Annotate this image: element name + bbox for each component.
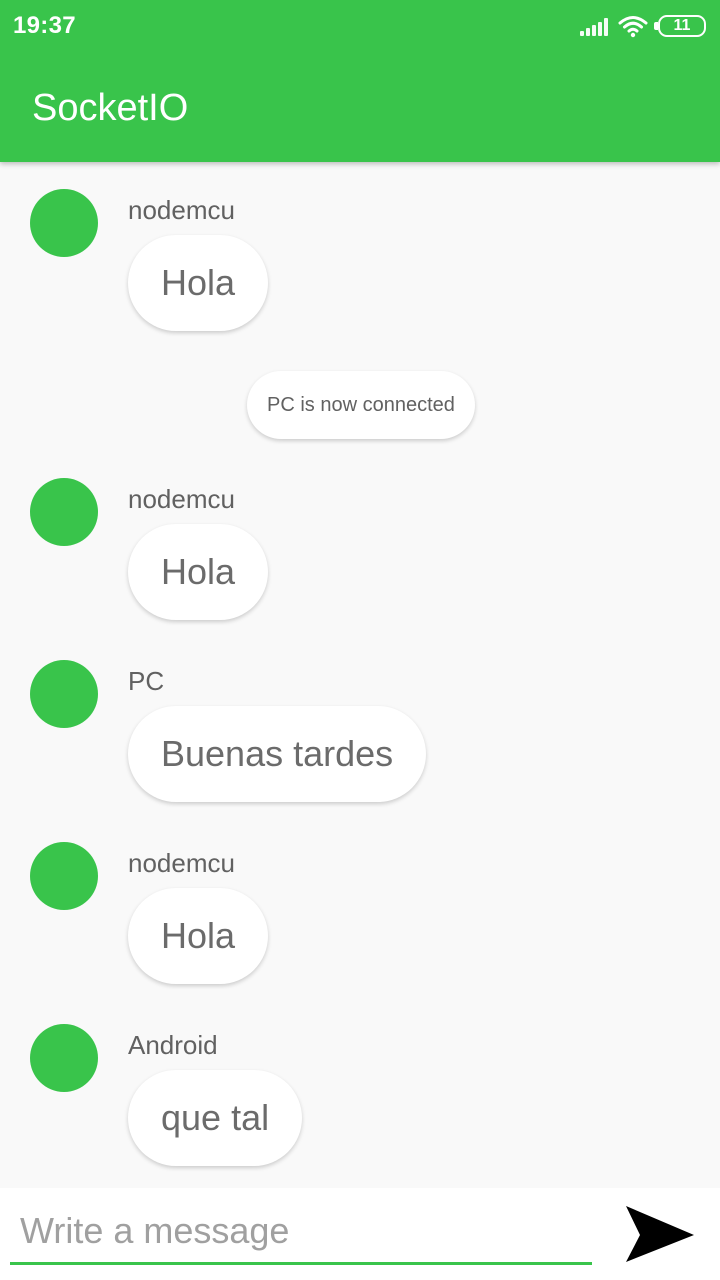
battery-level: 11 (673, 17, 691, 34)
battery-icon: 11 (654, 15, 706, 37)
signal-icon (580, 16, 608, 36)
message-sender: nodemcu (128, 848, 235, 878)
avatar[interactable] (30, 842, 98, 910)
message-sender: Android (128, 1030, 218, 1060)
wifi-icon (618, 16, 648, 38)
app-title: SocketIO (32, 87, 189, 129)
message-sender: PC (128, 666, 165, 696)
message-bubble: Hola (128, 524, 269, 620)
message-bubble: Hola (128, 235, 269, 331)
avatar[interactable] (30, 478, 98, 546)
message-bubble: Buenas tardes (128, 706, 427, 802)
input-underline (10, 1262, 592, 1265)
avatar[interactable] (30, 189, 98, 257)
status-icons: 11 (580, 13, 706, 39)
message-input[interactable] (10, 1206, 592, 1256)
avatar[interactable] (30, 660, 98, 728)
message-sender: nodemcu (128, 484, 235, 514)
status-bar: 19:37 11 (0, 0, 720, 50)
message-bubble: Hola (128, 888, 269, 984)
message-bubble: que tal (128, 1070, 303, 1166)
app-bar: 19:37 11 SocketIO (0, 0, 720, 162)
send-button[interactable] (622, 1202, 698, 1266)
system-notice: PC is now connected (247, 371, 475, 439)
message-composer (0, 1188, 720, 1280)
message-sender: nodemcu (128, 195, 235, 225)
avatar[interactable] (30, 1024, 98, 1092)
status-time: 19:37 (13, 12, 76, 39)
chat-list[interactable]: nodemcu Hola PC is now connected nodemcu… (0, 162, 720, 1188)
send-icon (626, 1206, 694, 1262)
